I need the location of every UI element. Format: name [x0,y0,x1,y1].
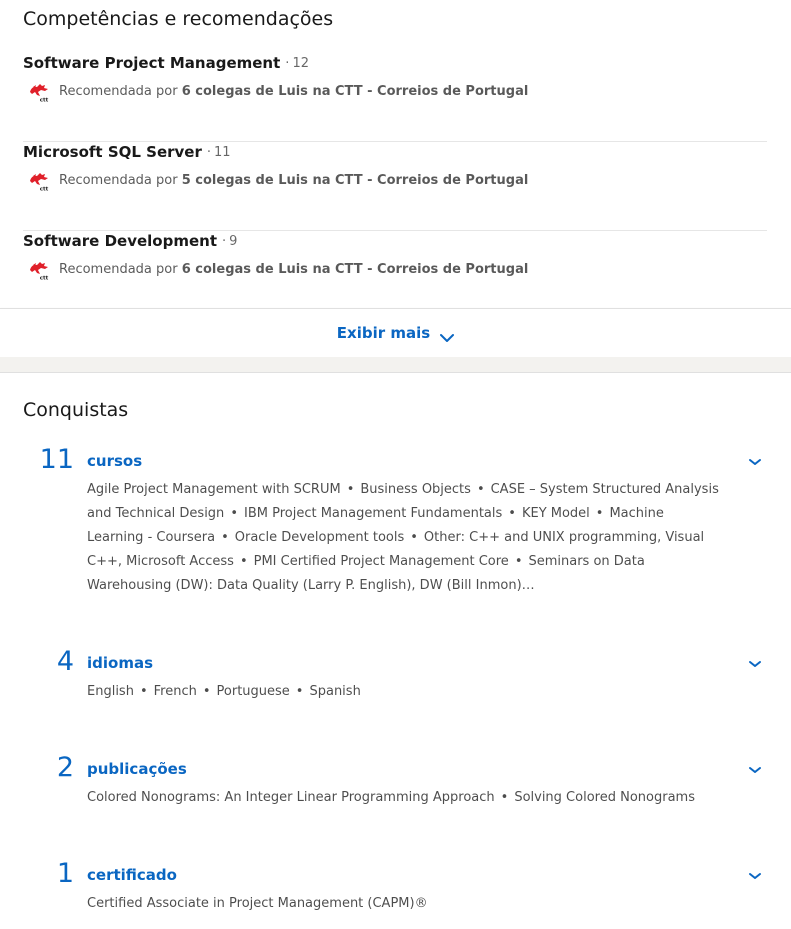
endorsed-by-label: Recomendada por [59,172,178,188]
endorsers-link[interactable]: 6 colegas de Luis na CTT - Correios de P… [182,84,529,99]
skills-section: Competências e recomendações Software Pr… [0,0,791,358]
endorsement-count[interactable]: 9 [229,234,237,249]
skill-name[interactable]: Microsoft SQL Server [23,143,202,161]
show-more-button[interactable]: Exibir mais [0,308,791,358]
show-more-label: Exibir mais [336,324,431,342]
chevron-down-icon[interactable] [747,454,763,470]
accomplishments-section: Conquistas 11 cursos Agile Project Manag… [0,373,791,929]
ctt-logo-icon: ctt [27,79,51,104]
list-item: Colored Nonograms: An Integer Linear Pro… [87,790,495,805]
accomplishment-title[interactable]: certificado [87,866,177,884]
endorsement-text: Recomendada por 6 colegas de Luis na CTT… [59,84,528,99]
accomplishment-items: English • French • Portuguese • Spanish [87,684,361,699]
list-item: Solving Colored Nonograms [514,790,695,805]
list-item: Portuguese [216,684,290,699]
list-item: PMI Certified Project Management Core [253,554,509,569]
list-item: Spanish [309,684,361,699]
accomplishment-items: Certified Associate in Project Managemen… [87,892,722,916]
endorsers-link[interactable]: 5 colegas de Luis na CTT - Correios de P… [182,173,529,188]
accomplishment-count: 11 [39,444,74,475]
skill-item: Software Project Management · 12 ctt Rec… [23,52,767,142]
endorsed-by-label: Recomendada por [59,261,178,277]
skill-item: Microsoft SQL Server · 11 ctt Recomendad… [23,141,767,231]
skill-separator: · [285,55,290,71]
ctt-logo-icon: ctt [27,168,51,193]
chevron-down-icon[interactable] [747,762,763,778]
accomplishment-count: 2 [56,752,74,783]
accomplishments-section-title: Conquistas [23,399,129,421]
accomplishment-title[interactable]: publicações [87,760,187,778]
endorsers-link[interactable]: 6 colegas de Luis na CTT - Correios de P… [182,262,529,277]
list-item: English [87,684,134,699]
skill-separator: · [222,233,227,249]
ctt-logo-icon: ctt [27,257,51,282]
list-item: KEY Model [521,506,590,521]
list-item: IBM Project Management Fundamentals [243,506,503,521]
endorsement-text: Recomendada por 5 colegas de Luis na CTT… [59,173,528,188]
list-item: Oracle Development tools [234,530,405,545]
endorsed-by-label: Recomendada por [59,83,178,99]
endorsement-count[interactable]: 11 [214,145,231,160]
svg-text:ctt: ctt [40,276,49,282]
accomplishment-title[interactable]: idiomas [87,654,153,672]
chevron-down-icon [440,328,455,342]
skills-section-title: Competências e recomendações [23,8,334,30]
svg-text:ctt: ctt [40,98,49,104]
chevron-down-icon[interactable] [747,656,763,672]
skill-name[interactable]: Software Project Management [23,54,280,72]
skill-name[interactable]: Software Development [23,232,217,250]
chevron-down-icon[interactable] [747,868,763,884]
section-gap [0,357,791,373]
accomplishment-items: Colored Nonograms: An Integer Linear Pro… [87,790,695,805]
svg-text:ctt: ctt [40,187,49,193]
accomplishment-count: 4 [56,646,74,677]
skill-separator: · [206,144,212,160]
list-item: Certified Associate in Project Managemen… [87,896,428,911]
accomplishment-count: 1 [56,858,74,889]
accomplishment-items: Agile Project Management with SCRUM • Busi… [87,482,719,593]
accomplishment-title[interactable]: cursos [87,452,142,470]
list-item: Business Objects [360,482,471,497]
skill-item: Software Development · 9 ctt Recomendada… [23,230,767,319]
list-item: Agile Project Management with SCRUM [87,482,341,497]
endorsement-text: Recomendada por 6 colegas de Luis na CTT… [59,262,528,277]
endorsement-count[interactable]: 12 [292,56,309,71]
list-item: French [153,684,197,699]
